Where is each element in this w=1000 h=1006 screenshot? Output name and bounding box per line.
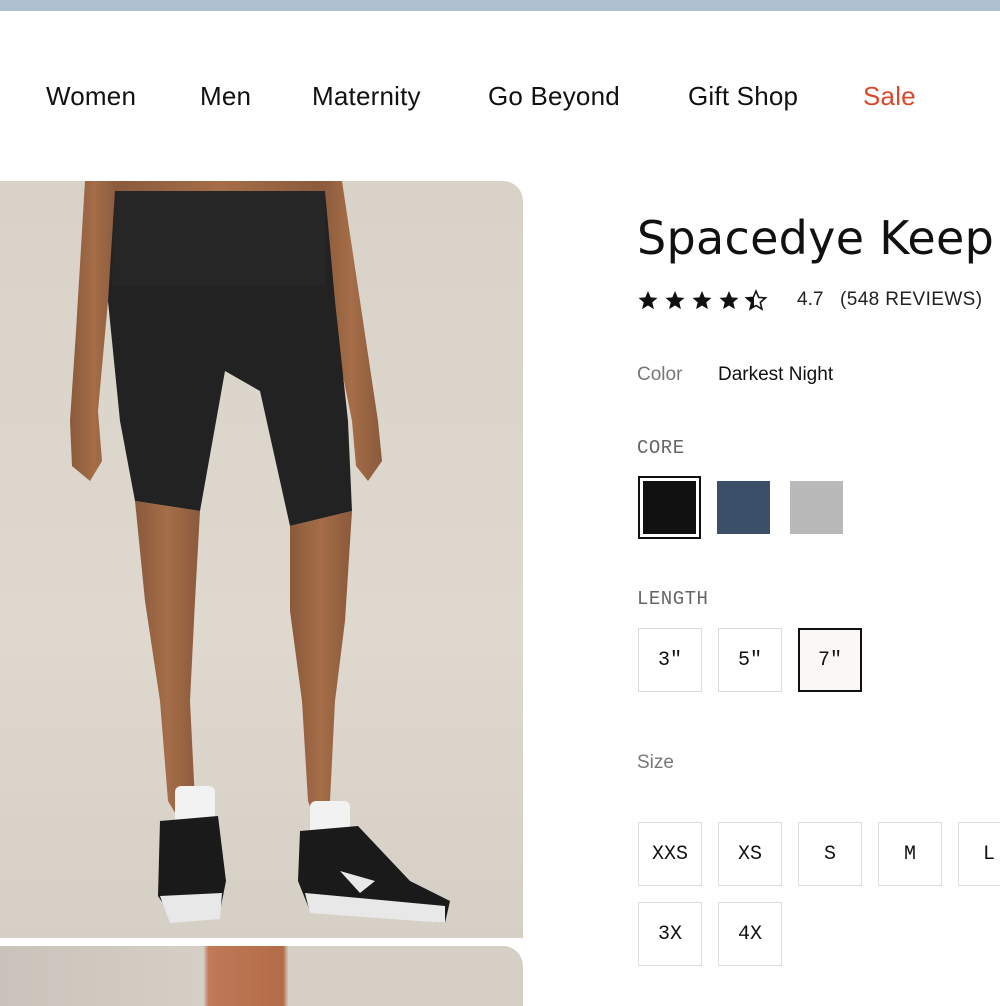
color-label: Color [637, 364, 683, 385]
top-strip [0, 0, 1000, 11]
length-label: LENGTH [637, 588, 709, 610]
length-option-5[interactable]: 5" [718, 628, 782, 692]
size-option-s[interactable]: S [798, 822, 862, 886]
color-value: Darkest Night [718, 364, 834, 385]
star-rating-icon [638, 290, 767, 310]
size-option-xxs[interactable]: XXS [638, 822, 702, 886]
swatch-navy[interactable] [717, 481, 770, 534]
size-option-xs[interactable]: XS [718, 822, 782, 886]
swatch-darkest-night[interactable] [643, 481, 696, 534]
nav-item-men[interactable]: Men [200, 80, 251, 112]
rating-value: 4.7 [797, 289, 824, 310]
length-option-3[interactable]: 3" [638, 628, 702, 692]
size-option-4x[interactable]: 4X [718, 902, 782, 966]
product-image[interactable] [0, 181, 523, 938]
nav-item-sale[interactable]: Sale [863, 80, 916, 112]
review-count[interactable]: (548 REVIEWS) [840, 289, 982, 311]
product-image-secondary[interactable] [0, 946, 523, 1006]
length-option-7[interactable]: 7" [798, 628, 862, 692]
size-option-3x[interactable]: 3X [638, 902, 702, 966]
product-photo-illustration [70, 181, 450, 923]
nav-item-women[interactable]: Women [46, 80, 136, 112]
swatch-heather-grey[interactable] [790, 481, 843, 534]
core-label: CORE [637, 437, 685, 459]
nav-item-go-beyond[interactable]: Go Beyond [488, 80, 620, 112]
size-option-l[interactable]: L [958, 822, 1000, 886]
product-title: Spacedye Keep [637, 211, 995, 265]
size-option-m[interactable]: M [878, 822, 942, 886]
nav-item-maternity[interactable]: Maternity [312, 80, 421, 112]
size-label: Size [637, 752, 674, 773]
nav-item-gift-shop[interactable]: Gift Shop [688, 80, 798, 112]
